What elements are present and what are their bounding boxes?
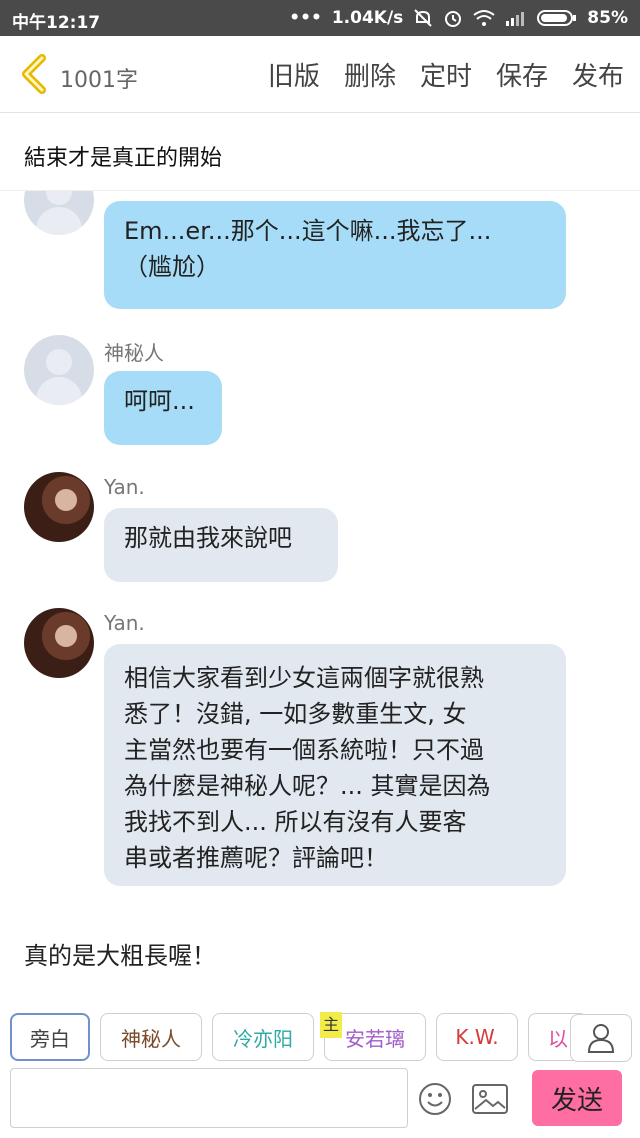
- status-time: 中午12:17: [12, 13, 101, 33]
- speaker-name: Yan.: [104, 611, 145, 635]
- main-character-badge: 主: [320, 1012, 342, 1038]
- alarm-icon: [445, 11, 462, 27]
- signal-icon: [506, 12, 525, 26]
- character-chip[interactable]: K.W.: [436, 1013, 518, 1061]
- schedule-button[interactable]: 定时: [420, 56, 472, 93]
- status-right: ••• 1.04K/s 85%: [289, 8, 628, 28]
- network-speed: 1.04K/s: [331, 8, 404, 28]
- wifi-icon: [473, 10, 495, 26]
- message-bubble[interactable]: 那就由我來說吧: [104, 508, 338, 582]
- old-version-button[interactable]: 旧版: [268, 56, 320, 93]
- save-button[interactable]: 保存: [496, 56, 548, 93]
- add-character-button[interactable]: [570, 1014, 632, 1062]
- message-line: 我找不到人... 所以有沒有人要客: [124, 808, 467, 836]
- word-count: 1001字: [60, 68, 138, 93]
- speaker-name: Yan.: [104, 475, 145, 499]
- input-row: 发送: [0, 1064, 640, 1138]
- message-line: 悉了！沒錯, 一如多數重生文, 女: [124, 700, 467, 728]
- avatar-default[interactable]: [24, 335, 94, 405]
- back-chevron-icon[interactable]: [16, 54, 52, 94]
- more-dots: •••: [289, 8, 322, 28]
- chapter-title[interactable]: 結束才是真正的開始: [24, 140, 222, 172]
- user-icon: [587, 1024, 615, 1053]
- narration-text[interactable]: 真的是大粗長喔！: [24, 936, 216, 971]
- emoji-icon[interactable]: [418, 1082, 452, 1116]
- avatar-photo[interactable]: [24, 472, 94, 542]
- message-text: 呵呵...: [124, 387, 195, 415]
- speaker-name: 神秘人: [104, 341, 164, 365]
- mute-icon: [414, 9, 433, 27]
- status-bar: 中午12:17 ••• 1.04K/s 85%: [0, 0, 640, 36]
- avatar-default[interactable]: [24, 191, 94, 235]
- message-bubble[interactable]: 相信大家看到少女這兩個字就很熟 悉了！沒錯, 一如多數重生文, 女 主當然也要有…: [104, 644, 566, 886]
- message-bubble[interactable]: Em...er...那个...這个嘛...我忘了... （尴尬）: [104, 201, 566, 309]
- message-line: 為什麼是神秘人呢？... 其實是因為: [124, 772, 491, 800]
- editor-toolbar: 1001字 旧版 删除 定时 保存 发布: [0, 36, 640, 113]
- message-line: 串或者推薦呢？評論吧！: [124, 844, 388, 872]
- send-button[interactable]: 发送: [532, 1070, 622, 1126]
- message-line: 相信大家看到少女這兩個字就很熟: [124, 664, 484, 692]
- character-chip[interactable]: 冷亦阳: [212, 1013, 314, 1061]
- dialogue-list[interactable]: Em...er...那个...這个嘛...我忘了... （尴尬） 神秘人 呵呵.…: [0, 191, 640, 991]
- battery-icon: [537, 10, 577, 26]
- avatar-photo[interactable]: [24, 608, 94, 678]
- publish-button[interactable]: 发布: [572, 56, 624, 93]
- toolbar-actions: 旧版 删除 定时 保存 发布: [268, 56, 624, 93]
- character-chip[interactable]: 神秘人: [100, 1013, 202, 1061]
- character-chip-narrator[interactable]: 旁白: [10, 1013, 90, 1061]
- message-line: 主當然也要有一個系統啦！只不過: [124, 736, 484, 764]
- image-icon[interactable]: [472, 1084, 508, 1114]
- battery-percent: 85%: [587, 8, 628, 28]
- message-bubble[interactable]: 呵呵...: [104, 371, 222, 445]
- message-line: （尴尬）: [124, 253, 220, 281]
- delete-button[interactable]: 删除: [344, 56, 396, 93]
- message-text: 那就由我來說吧: [124, 524, 292, 552]
- message-line: Em...er...那个...這个嘛...我忘了...: [124, 217, 492, 245]
- message-input[interactable]: [10, 1068, 408, 1128]
